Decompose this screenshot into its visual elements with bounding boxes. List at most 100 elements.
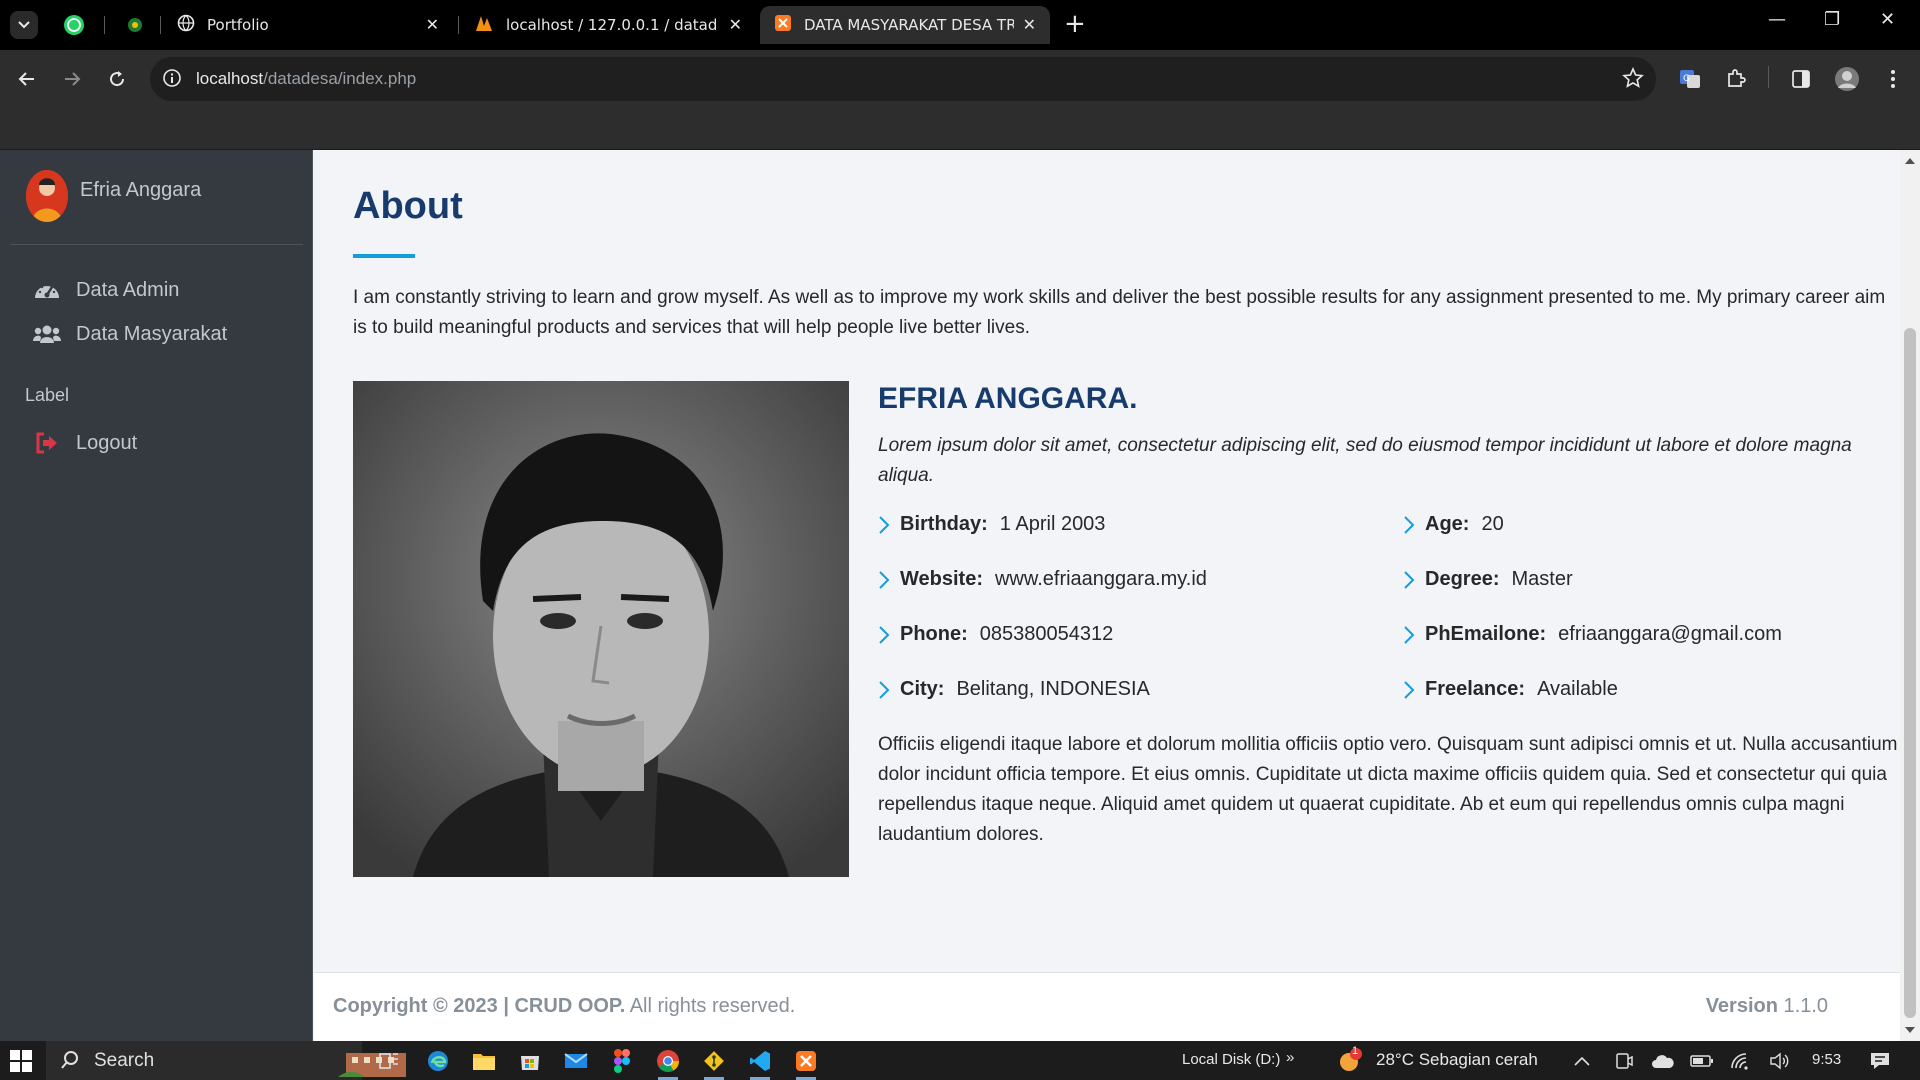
user-name: Efria Anggara xyxy=(80,179,202,201)
git-icon[interactable] xyxy=(700,1047,728,1080)
about-intro: I am constantly striving to learn and gr… xyxy=(353,287,1886,338)
info-freelance: Freelance: Available xyxy=(1403,678,1618,701)
info-value: 1 April 2003 xyxy=(999,513,1106,535)
info-label: Age: xyxy=(1425,513,1470,535)
info-value: efriaanggara@gmail.com xyxy=(1558,623,1782,645)
copyright-text: Copyright © 2023 | CRUD OOP. All rights … xyxy=(333,995,796,1017)
pinned-site-tab-icon[interactable] xyxy=(123,13,147,37)
version-text: Version 1.1.0 xyxy=(1705,995,1828,1017)
info-label: Phone: xyxy=(900,623,968,645)
sidebar-item-logout[interactable]: Logout xyxy=(20,419,303,467)
weather-badge: 1 xyxy=(1352,1045,1359,1057)
sidebar-item-label: Data Masyarakat xyxy=(76,322,228,345)
volume-icon[interactable] xyxy=(1766,1047,1794,1075)
chevron-right-icon xyxy=(1403,515,1415,535)
sidebar-item-data-admin[interactable]: Data Admin xyxy=(20,266,303,314)
main-content: About I am constantly striving to learn … xyxy=(314,150,1900,971)
scrollbar-thumb[interactable] xyxy=(1904,328,1916,1018)
file-explorer-icon[interactable] xyxy=(470,1047,498,1075)
info-city: City: Belitang, INDONESIA xyxy=(878,678,1150,701)
microsoft-store-icon[interactable] xyxy=(516,1047,544,1075)
restore-window-icon[interactable]: ❐ xyxy=(1824,9,1840,30)
xampp-icon[interactable] xyxy=(792,1047,820,1080)
vscode-icon[interactable] xyxy=(746,1047,774,1080)
chevron-right-icon xyxy=(1403,625,1415,645)
address-bar[interactable]: localhost/datadesa/index.php xyxy=(150,57,1656,101)
whatsapp-tab-icon[interactable] xyxy=(62,13,86,37)
browser-tab-strip: Portfolio ✕ localhost / 127.0.0.1 / data… xyxy=(0,0,1920,50)
info-value: www.efriaanggara.my.id xyxy=(994,568,1207,590)
info-phone: Phone: 085380054312 xyxy=(878,623,1113,646)
forward-arrow-icon[interactable] xyxy=(59,66,85,92)
tab-search-button[interactable] xyxy=(10,11,38,39)
avatar xyxy=(26,170,68,222)
browser-toolbar: localhost/datadesa/index.php G xyxy=(0,50,1920,108)
chevron-up-icon[interactable] xyxy=(1568,1047,1596,1075)
tab-portfolio[interactable]: Portfolio ✕ xyxy=(163,6,453,44)
close-tab-icon[interactable]: ✕ xyxy=(1023,15,1036,34)
phpmyadmin-icon xyxy=(474,14,494,36)
info-email: PhEmailone: efriaanggara@gmail.com xyxy=(1403,623,1782,646)
title-underline xyxy=(353,254,415,258)
sidebar-item-data-masyarakat[interactable]: Data Masyarakat xyxy=(20,310,303,358)
notification-center-icon[interactable] xyxy=(1866,1047,1894,1075)
user-panel[interactable]: Efria Anggara xyxy=(10,150,303,245)
taskbar-search-box[interactable]: Search xyxy=(46,1041,406,1080)
windows-start-icon[interactable] xyxy=(10,1050,32,1072)
battery-icon[interactable] xyxy=(1688,1047,1716,1075)
scroll-up-arrow-icon[interactable] xyxy=(1905,158,1915,164)
chevron-right-icon xyxy=(878,680,890,700)
wifi-icon[interactable] xyxy=(1727,1047,1755,1075)
tab-phpmyadmin[interactable]: localhost / 127.0.0.1 / datadesa ✕ xyxy=(460,6,756,44)
info-value: 20 xyxy=(1481,513,1504,535)
clock-time[interactable]: 9:53 xyxy=(1812,1051,1841,1068)
tab-separator xyxy=(104,16,105,34)
weather-icon[interactable]: 1 xyxy=(1336,1045,1364,1075)
info-value: Master xyxy=(1511,568,1573,590)
chevron-right-icon xyxy=(878,625,890,645)
bookmark-star-icon[interactable] xyxy=(1622,66,1644,93)
reload-icon[interactable] xyxy=(104,66,130,92)
xampp-icon xyxy=(774,14,792,36)
info-website: Website: www.efriaanggara.my.id xyxy=(878,568,1207,591)
double-chevron-icon[interactable]: » xyxy=(1286,1049,1294,1066)
page-scrollbar[interactable] xyxy=(1900,150,1920,1041)
profile-name: EFRIA ANGGARA. xyxy=(878,382,1138,415)
weather-text[interactable]: 28°C Sebagian cerah xyxy=(1376,1050,1538,1070)
edge-browser-icon[interactable] xyxy=(424,1047,452,1075)
onedrive-cloud-icon[interactable] xyxy=(1649,1047,1677,1075)
info-value: Available xyxy=(1537,678,1618,700)
mail-icon[interactable] xyxy=(562,1047,590,1075)
info-label: Freelance: xyxy=(1425,678,1526,700)
scroll-down-arrow-icon[interactable] xyxy=(1905,1027,1915,1033)
close-window-icon[interactable]: ✕ xyxy=(1880,9,1895,30)
extensions-puzzle-icon[interactable] xyxy=(1723,66,1749,92)
info-degree: Degree: Master xyxy=(1403,568,1573,591)
chevron-right-icon xyxy=(1403,570,1415,590)
more-menu-icon[interactable] xyxy=(1880,66,1906,92)
new-tab-button[interactable]: + xyxy=(1064,10,1086,38)
profile-avatar-icon[interactable] xyxy=(1834,66,1860,92)
sign-out-icon xyxy=(32,432,62,454)
close-tab-icon[interactable]: ✕ xyxy=(729,15,742,34)
chrome-icon[interactable] xyxy=(654,1047,682,1080)
svg-text:G: G xyxy=(1683,74,1690,84)
side-panel-icon[interactable] xyxy=(1788,66,1814,92)
local-disk-label[interactable]: Local Disk (D:) xyxy=(1182,1051,1280,1068)
tab-title: DATA MASYARAKAT DESA TRIM xyxy=(804,16,1014,34)
tab-data-masyarakat[interactable]: DATA MASYARAKAT DESA TRIM ✕ xyxy=(760,6,1050,44)
translate-icon[interactable]: G xyxy=(1677,66,1703,92)
close-tab-icon[interactable]: ✕ xyxy=(426,15,439,34)
chevron-right-icon xyxy=(878,570,890,590)
minimize-window-icon[interactable]: — xyxy=(1768,9,1786,30)
info-label: Website: xyxy=(900,568,983,590)
sidebar-section-header: Label xyxy=(25,385,70,405)
figma-icon[interactable] xyxy=(608,1047,636,1075)
windows-taskbar: Search Local Disk (D:) » 1 28°C Sebagian… xyxy=(0,1041,1920,1080)
task-view-icon[interactable] xyxy=(375,1047,403,1075)
back-arrow-icon[interactable] xyxy=(14,66,40,92)
tab-title: Portfolio xyxy=(207,16,269,34)
page-title: About xyxy=(353,185,463,227)
site-info-icon[interactable] xyxy=(162,68,182,92)
meet-now-icon[interactable] xyxy=(1610,1047,1638,1075)
